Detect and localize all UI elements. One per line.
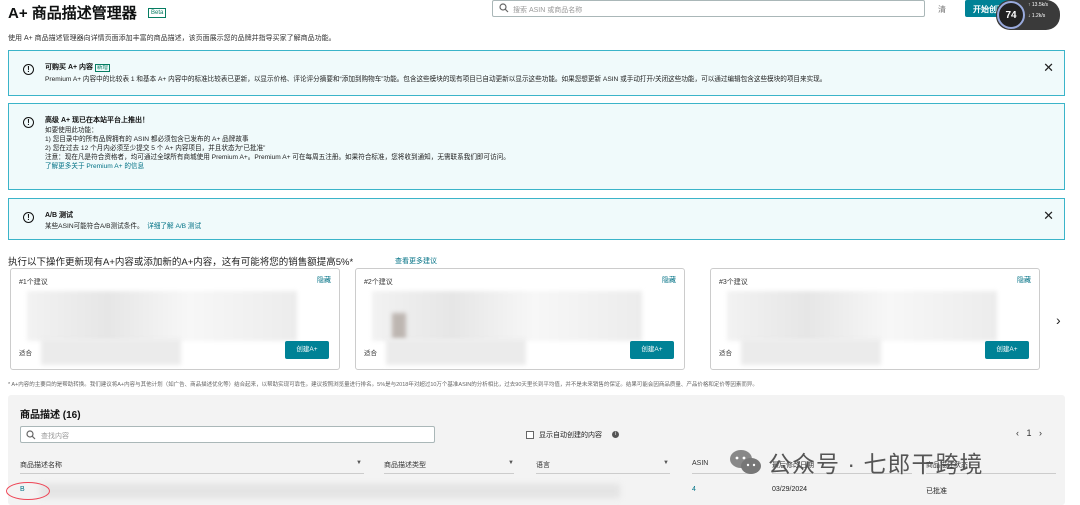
alert-body: Premium A+ 内容中的比较表 1 和基本 A+ 内容中的标准比较表已更新…	[45, 76, 827, 83]
premium-learn-more-link[interactable]: 了解更多关于 Premium A+ 的信息	[45, 162, 510, 171]
alert-title: A/B 测试	[45, 212, 73, 219]
sort-icon[interactable]: ▼	[356, 460, 362, 466]
suggestion-prefix: 适合	[19, 350, 32, 357]
chevron-right-icon[interactable]: ›	[1056, 312, 1061, 328]
alert-ab-testing: ! A/B 测试 某些ASIN可能符合A/B测试条件。 详细了解 A/B 测试 …	[8, 198, 1065, 240]
network-speed-widget: 74 ↑ 13.5k/s ↓ 1.2k/s	[996, 0, 1060, 30]
search-icon	[26, 430, 36, 440]
upload-speed: ↑ 13.5k/s	[1028, 2, 1049, 8]
column-header-name[interactable]: 商品描述名称 ▼	[20, 460, 364, 474]
prev-page-button[interactable]: ‹	[1016, 428, 1019, 438]
page-subtitle: 使用 A+ 商品描述管理器向详情页面添加丰富的商品描述，该页面展示您的品牌并指导…	[8, 35, 336, 42]
asin-search-input[interactable]: 搜索 ASIN 或商品名称	[492, 0, 925, 17]
beta-badge: Beta	[148, 8, 167, 18]
clear-search-button[interactable]: 清	[938, 4, 946, 15]
hide-link[interactable]: 隐藏	[317, 275, 331, 285]
suggestions-headline: 执行以下操作更新现有A+内容或添加新的A+内容，这有可能将您的销售额提高5%*	[8, 257, 354, 268]
modified-date: 03/29/2024	[772, 486, 808, 493]
pagination: ‹ 1 ›	[1016, 428, 1042, 438]
close-icon[interactable]: ✕	[1043, 208, 1054, 224]
blurred-product	[41, 339, 181, 365]
suggestion-card: #2个建议 隐藏 适合 创建A+	[355, 268, 685, 370]
table-title: 商品描述 (16)	[20, 410, 81, 421]
alert-title: 可购买 A+ 内容 新增	[45, 64, 111, 72]
suggestion-number: #3个建议	[719, 279, 748, 286]
status-value: 已批准	[926, 488, 947, 495]
current-page: 1	[1026, 428, 1032, 438]
alert-premium-aplus: ! 高级 A+ 现已在本站平台上推出！ 如要使用此功能： 1) 您目录中的所有品…	[8, 103, 1065, 190]
content-name-link[interactable]: B	[20, 486, 25, 493]
blurred-product	[27, 291, 297, 341]
info-icon: !	[23, 64, 34, 75]
blurred-product-image	[392, 313, 406, 339]
suggestion-number: #1个建议	[19, 279, 48, 286]
blurred-product	[727, 291, 997, 341]
search-icon	[499, 3, 509, 13]
sort-icon[interactable]: ▼	[663, 460, 669, 466]
more-suggestions-link[interactable]: 查看更多建议	[395, 256, 437, 266]
close-icon[interactable]: ✕	[1043, 60, 1054, 76]
hide-link[interactable]: 隐藏	[1017, 275, 1031, 285]
alert-line: 如要使用此功能：	[45, 127, 98, 134]
hide-link[interactable]: 隐藏	[662, 275, 676, 285]
wechat-watermark: 公众号 · 七郎干跨境	[728, 445, 983, 479]
filter-placeholder: 查找内容	[41, 433, 69, 440]
blurred-product	[386, 339, 526, 365]
watermark-text: 公众号 · 七郎干跨境	[768, 451, 984, 477]
new-tag: 新增	[95, 64, 111, 72]
column-header-language[interactable]: 语言 ▼	[536, 460, 670, 474]
wechat-logo-icon	[730, 450, 761, 474]
next-page-button[interactable]: ›	[1039, 428, 1042, 438]
blurred-product	[372, 291, 642, 341]
asin-count-link[interactable]: 4	[692, 486, 696, 493]
download-speed: ↓ 1.2k/s	[1028, 13, 1046, 19]
info-icon: !	[23, 117, 34, 128]
suggestion-number: #2个建议	[364, 279, 393, 286]
create-aplus-button[interactable]: 创建A+	[985, 341, 1029, 359]
create-aplus-button[interactable]: 创建A+	[630, 341, 674, 359]
alert-purchasable-aplus: ! 可购买 A+ 内容 新增 Premium A+ 内容中的比较表 1 和基本 A…	[8, 50, 1065, 96]
auto-created-checkbox[interactable]	[526, 431, 534, 439]
search-placeholder: 搜索 ASIN 或商品名称	[513, 7, 583, 14]
info-icon: !	[23, 212, 34, 223]
highlight-circle	[6, 482, 50, 500]
alert-title: 高级 A+ 现已在本站平台上推出！	[45, 117, 150, 124]
alert-line: 注意：现在凡是符合资格者，均可通过全球所有商城使用 Premium A+。Pre…	[45, 154, 510, 161]
alert-line: 1) 您目录中的所有品牌拥有的 ASIN 都必须包含已发布的 A+ 品牌故事	[45, 136, 249, 143]
blurred-product	[741, 339, 881, 365]
ab-learn-more-link[interactable]: 详细了解 A/B 测试	[147, 223, 201, 230]
suggestion-card: #3个建议 隐藏 适合 创建A+	[710, 268, 1040, 370]
column-header-type[interactable]: 商品描述类型 ▼	[384, 460, 514, 474]
info-icon[interactable]: i	[612, 431, 619, 438]
alert-line: 2) 您在过去 12 个月内必须至少提交 5 个 A+ 内容项目，并且状态为“已…	[45, 145, 266, 152]
alert-body: 如要使用此功能： 1) 您目录中的所有品牌拥有的 ASIN 都必须包含已发布的 …	[45, 126, 510, 171]
suggestion-prefix: 适合	[364, 350, 377, 357]
auto-created-label: 显示自动创建的内容	[539, 432, 602, 439]
alert-body: 某些ASIN可能符合A/B测试条件。 详细了解 A/B 测试	[45, 223, 202, 230]
sort-icon[interactable]: ▼	[508, 460, 514, 466]
create-aplus-button[interactable]: 创建A+	[285, 341, 329, 359]
page-title: A+ 商品描述管理器	[8, 5, 137, 22]
suggestion-prefix: 适合	[719, 350, 732, 357]
blurred-row-content	[40, 484, 620, 498]
suggestion-card: #1个建议 隐藏 适合 创建A+	[10, 268, 340, 370]
footnote: * A+内容的主要目的是帮助转换。我们建议将A+内容与其他计划（如广告、商品描述…	[8, 382, 758, 388]
find-content-input[interactable]: 查找内容	[20, 426, 435, 443]
gauge-value: 74	[997, 1, 1025, 29]
